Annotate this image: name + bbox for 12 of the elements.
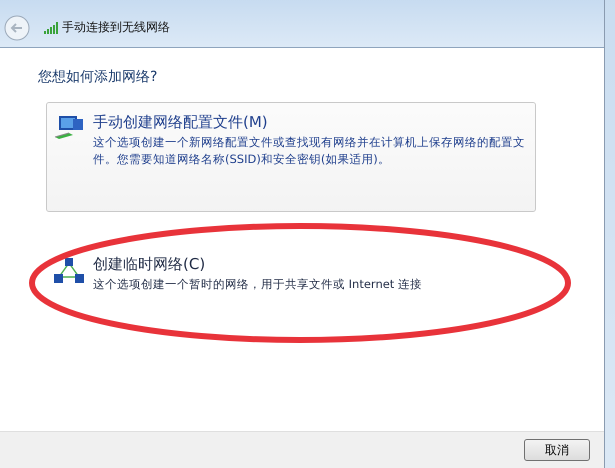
option-description: 这个选项创建一个暂时的网络，用于共享文件或 Internet 连接 [93, 276, 423, 293]
option-title: 手动创建网络配置文件(M) [93, 113, 269, 132]
option-title: 创建临时网络(C) [93, 255, 206, 274]
signal-icon [44, 22, 58, 34]
cancel-button[interactable]: 取消 [524, 439, 590, 461]
option-button[interactable]: 创建临时网络(C) 这个选项创建一个暂时的网络，用于共享文件或 Internet 连接 [46, 244, 536, 354]
option-button[interactable]: 手动创建网络配置文件(M) 这个选项创建一个新网络配置文件或查找现有网络并在计算机上保存网络的配置文件。您需要知道网络名称(SSID)和安全密钥(如果适用)。 [46, 102, 536, 212]
window-title: 手动连接到无线网络 [62, 19, 170, 36]
back-button[interactable] [4, 14, 30, 40]
option-description: 这个选项创建一个新网络配置文件或查找现有网络并在计算机上保存网络的配置文件。您需要知道网络名称(SSID)和安全密钥(如果适用)。 [93, 134, 526, 168]
heading: 您想如何添加网络? [38, 68, 158, 86]
network-triangle-icon [53, 257, 85, 285]
